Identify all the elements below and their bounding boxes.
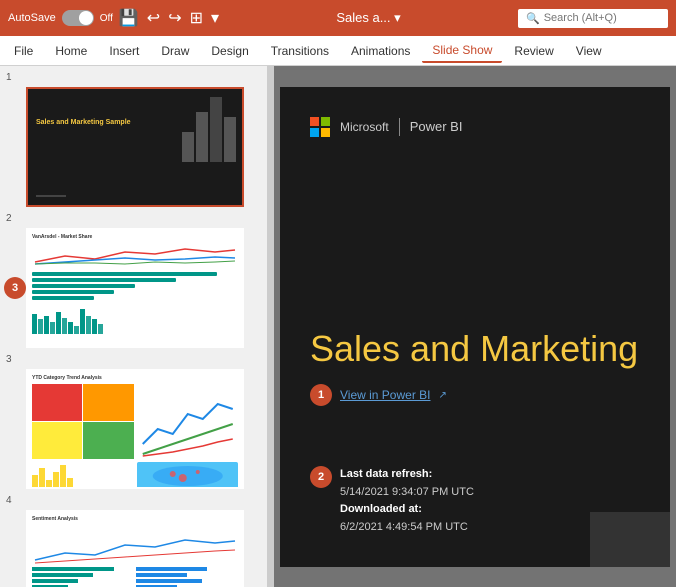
- microsoft-text: Microsoft: [340, 120, 389, 134]
- thumb2-linechart: [32, 244, 238, 266]
- thumb3-map: [137, 462, 239, 489]
- thumb4-title: Sentiment Analysis: [32, 516, 238, 522]
- external-link-icon: ↗: [439, 390, 447, 401]
- toggle-knob: [79, 11, 93, 25]
- ribbon-file[interactable]: File: [4, 40, 43, 62]
- title-bar: AutoSave Off 💾 ↩ ↪ ⊞ ▾ Sales a... ▾ 🔍: [0, 0, 676, 36]
- slide-panel: 1 Sales and Marketing Sample: [0, 66, 268, 587]
- slide-thumb-2[interactable]: VanArsdel - Market Share: [26, 228, 244, 348]
- powerbi-text: Power BI: [410, 119, 463, 134]
- downloaded-label: Downloaded at:: [340, 503, 422, 515]
- ribbon-view[interactable]: View: [566, 40, 612, 62]
- search-box[interactable]: 🔍: [518, 9, 668, 28]
- thumb3-treemap: [32, 384, 134, 459]
- slide-row-2: 2 3 VanArsdel - Market Share: [4, 213, 263, 348]
- title-bar-left: AutoSave Off 💾 ↩ ↪ ⊞ ▾: [8, 8, 219, 28]
- thumb4-hbars: [32, 567, 238, 587]
- brand-divider: [399, 118, 400, 136]
- slide-number-3: 3: [4, 354, 263, 365]
- ribbon-draw[interactable]: Draw: [151, 40, 199, 62]
- microsoft-logo: [310, 117, 330, 137]
- ribbon-home[interactable]: Home: [45, 40, 97, 62]
- slide-main-title: Sales and Marketing: [310, 329, 640, 369]
- ribbon-animations[interactable]: Animations: [341, 40, 420, 62]
- slide-number-1: 1: [4, 72, 263, 83]
- ribbon-insert[interactable]: Insert: [99, 40, 149, 62]
- slide-number-2: 2: [4, 213, 263, 224]
- thumb3-bottom: [32, 462, 238, 489]
- last-refresh-label: Last data refresh:: [340, 468, 432, 480]
- thumb3-barchart: [32, 462, 134, 489]
- autosave-label: AutoSave: [8, 12, 56, 24]
- dropdown-icon[interactable]: ▾: [211, 8, 219, 28]
- thumb3-title: YTD Category Trend Analysis: [32, 375, 238, 381]
- thumb1-bars: [182, 97, 236, 162]
- thumb1-subtext: [36, 195, 66, 197]
- thumb1-title: Sales and Marketing Sample: [36, 119, 131, 126]
- toolbar-icons: 💾 ↩ ↪ ⊞ ▾: [119, 8, 219, 28]
- ribbon-transitions[interactable]: Transitions: [261, 40, 339, 62]
- view-powerbi-row: 1 View in Power BI ↗: [310, 384, 640, 406]
- redo-icon[interactable]: ↪: [168, 8, 181, 28]
- downloaded-value: 6/2/2021 4:49:54 PM UTC: [340, 521, 468, 533]
- ribbon-review[interactable]: Review: [504, 40, 563, 62]
- doc-title: Sales a... ▾: [225, 10, 512, 26]
- main-content: Microsoft Power BI Sales and Marketing 1…: [274, 66, 676, 587]
- slide-badge-2: 3: [4, 277, 26, 299]
- thumb3-linechart: [137, 384, 239, 459]
- ms-logo-green: [321, 117, 330, 126]
- main-area: 1 Sales and Marketing Sample: [0, 66, 676, 587]
- slide-thumb-1[interactable]: Sales and Marketing Sample: [26, 87, 244, 207]
- slide-thumb-container-1: Sales and Marketing Sample: [4, 87, 263, 207]
- slide-thumb-container-4: Sentiment Analysis: [4, 510, 263, 587]
- slide-thumb-container-2: 3 VanArsdel - Market Share: [4, 228, 263, 348]
- ms-logo-red: [310, 117, 319, 126]
- autosave-toggle[interactable]: [62, 10, 94, 26]
- ribbon: File Home Insert Draw Design Transitions…: [0, 36, 676, 66]
- data-info-text: Last data refresh: 5/14/2021 9:34:07 PM …: [340, 466, 474, 536]
- thumb2-hbars: [32, 272, 238, 300]
- badge-2: 2: [310, 466, 332, 488]
- save-icon[interactable]: 💾: [119, 8, 139, 28]
- search-input[interactable]: [544, 12, 654, 24]
- slide-row-3: 3 YTD Category Trend Analysis: [4, 354, 263, 489]
- ribbon-slideshow[interactable]: Slide Show: [422, 39, 502, 63]
- corner-block: [590, 512, 670, 567]
- slide-main: Microsoft Power BI Sales and Marketing 1…: [280, 87, 670, 567]
- table-icon[interactable]: ⊞: [190, 8, 203, 28]
- brand-row: Microsoft Power BI: [310, 117, 640, 137]
- slide-row-1: 1 Sales and Marketing Sample: [4, 72, 263, 207]
- slide-thumb-4[interactable]: Sentiment Analysis: [26, 510, 244, 587]
- slide-number-4: 4: [4, 495, 263, 506]
- undo-icon[interactable]: ↩: [147, 8, 160, 28]
- search-icon: 🔍: [526, 12, 540, 25]
- ms-logo-blue: [310, 128, 319, 137]
- badge-1: 1: [310, 384, 332, 406]
- ribbon-design[interactable]: Design: [201, 40, 258, 62]
- view-powerbi-link[interactable]: View in Power BI: [340, 388, 431, 402]
- thumb4-linechart: [32, 525, 238, 565]
- slide-thumb-container-3: YTD Category Trend Analysis: [4, 369, 263, 489]
- last-refresh-value: 5/14/2021 9:34:07 PM UTC: [340, 486, 474, 498]
- thumb2-header: VanArsdel - Market Share: [32, 234, 238, 240]
- slide-thumb-3[interactable]: YTD Category Trend Analysis: [26, 369, 244, 489]
- off-label: Off: [100, 13, 113, 24]
- slide-row-4: 4 Sentiment Analysis: [4, 495, 263, 587]
- thumb2-clustered: [32, 306, 238, 334]
- ms-logo-yellow: [321, 128, 330, 137]
- thumb3-content: [32, 384, 238, 459]
